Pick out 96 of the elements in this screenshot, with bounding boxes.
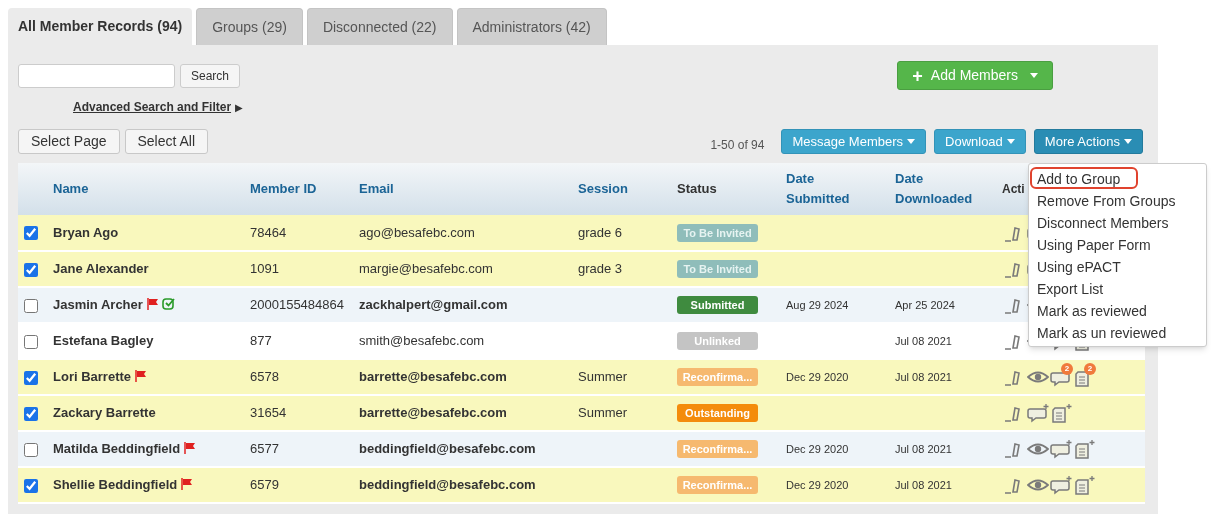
table-cell: 31654	[250, 405, 287, 421]
table-cell: barrette@besafebc.com	[359, 369, 507, 385]
member-name: Lori Barrette	[53, 369, 132, 385]
caret-icon	[1006, 139, 1015, 145]
checkbox[interactable]	[24, 370, 38, 385]
table-cell: 877	[250, 333, 272, 349]
table-cell: margie@besafebc.com	[359, 261, 493, 277]
table-cell: Jul 08 2021	[895, 335, 952, 348]
checkbox[interactable]	[24, 334, 38, 349]
note-icon[interactable]	[1050, 403, 1072, 423]
table-cell: 1091	[250, 261, 279, 277]
table-cell: Dec 29 2020	[786, 371, 849, 384]
member-name: Jane Alexander	[53, 261, 149, 277]
status-badge: Unlinked	[677, 332, 758, 351]
advanced-search-link[interactable]: Advanced Search and Filter	[73, 98, 232, 116]
table-cell: Aug 29 2024	[786, 299, 849, 312]
search-field[interactable]	[18, 63, 175, 88]
status-badge: To Be Invited	[677, 260, 758, 279]
comment-icon[interactable]	[1050, 475, 1072, 495]
status-badge: Submitted	[677, 296, 758, 315]
tab[interactable]: All Member Records (94)	[8, 8, 193, 45]
plus-icon: +	[912, 66, 923, 85]
dropdown-button[interactable]: More Actions	[1033, 129, 1143, 154]
menu-item[interactable]: Remove From Groups	[1029, 189, 1206, 211]
dropdown-button[interactable]: Message Members	[781, 129, 926, 154]
menu-item[interactable]: Export List	[1029, 277, 1206, 299]
comment-icon[interactable]	[1050, 439, 1072, 459]
member-name: Zackary Barrette	[53, 405, 156, 421]
tab[interactable]: Administrators (42)	[456, 8, 607, 45]
tab[interactable]: Groups (29)	[196, 8, 303, 45]
member-name: Shellie Beddingfield	[53, 477, 178, 493]
caret-icon	[907, 139, 915, 145]
caret-icon	[1030, 72, 1038, 78]
checkbox[interactable]	[24, 226, 38, 241]
checkbox[interactable]	[24, 406, 38, 421]
table-cell: 6578	[250, 369, 279, 385]
table-cell: Jul 08 2021	[895, 443, 952, 456]
checkbox[interactable]	[24, 298, 38, 313]
table-cell: 78464	[250, 224, 287, 240]
column-sort-link[interactable]: Date Downloaded	[895, 169, 988, 209]
note-icon[interactable]	[1073, 439, 1095, 459]
table-cell: beddingfield@besafebc.com	[359, 477, 536, 493]
column-sort-link[interactable]: Session	[578, 179, 661, 199]
status-badge: Reconfirma...	[677, 368, 758, 387]
menu-item[interactable]: Add to Group	[1030, 167, 1138, 189]
checkbox[interactable]	[24, 478, 38, 493]
column-sort-link[interactable]: Email	[359, 179, 562, 199]
member-name: Bryan Ago	[53, 224, 119, 240]
comment-icon[interactable]	[1027, 403, 1049, 423]
select-button[interactable]: Select Page	[18, 129, 120, 154]
table-cell: Dec 29 2020	[786, 443, 849, 456]
select-button[interactable]: Select All	[124, 129, 209, 154]
tab[interactable]: Disconnected (22)	[306, 8, 453, 45]
status-badge: To Be Invited	[677, 223, 758, 242]
menu-item[interactable]: Disconnect Members	[1029, 211, 1206, 233]
column-header: Status	[677, 180, 717, 198]
table-cell: Summer	[578, 405, 628, 421]
column-header: Acti	[1002, 181, 1025, 198]
table-cell: Summer	[578, 369, 628, 385]
table-cell: zackhalpert@gmail.com	[359, 297, 508, 313]
search-button[interactable]: Search	[180, 63, 241, 88]
status-badge: Outstanding	[677, 404, 758, 423]
status-badge: Reconfirma...	[677, 476, 758, 495]
table-cell: grade 3	[578, 261, 623, 277]
note-icon[interactable]	[1073, 475, 1095, 495]
member-name: Matilda Beddingfield	[53, 441, 181, 457]
column-sort-link[interactable]: Name	[53, 179, 234, 199]
table-cell: beddingfield@besafebc.com	[359, 441, 536, 457]
checkbox[interactable]	[24, 262, 38, 277]
menu-item[interactable]: Mark as un reviewed	[1029, 321, 1206, 343]
table-cell: barrette@besafebc.com	[359, 405, 507, 421]
table-cell: grade 6	[578, 224, 623, 240]
caret-icon	[1124, 139, 1132, 145]
expand-arrow-icon: ▶	[235, 99, 244, 115]
menu-item[interactable]: Mark as reviewed	[1029, 299, 1206, 321]
table-cell: Apr 25 2024	[895, 299, 955, 312]
table-cell: smith@besafebc.com	[359, 333, 485, 349]
table-cell: 6579	[250, 477, 279, 493]
column-sort-link[interactable]: Date Submitted	[786, 169, 879, 209]
member-name: Jasmin Archer	[53, 297, 143, 313]
count-badge: 2	[1084, 363, 1096, 375]
menu-item[interactable]: Using ePACT	[1029, 255, 1206, 277]
table-cell: Jul 08 2021	[895, 371, 952, 384]
page-range: 1-50 of 94	[710, 136, 765, 154]
table-cell: Dec 29 2020	[786, 479, 849, 492]
count-badge: 2	[1061, 363, 1073, 375]
table-cell: Jul 08 2021	[895, 479, 952, 492]
checkbox[interactable]	[24, 442, 38, 457]
dropdown-button[interactable]: Download	[934, 129, 1026, 154]
member-name: Estefana Bagley	[53, 333, 154, 349]
table-cell: 2000155484864	[250, 297, 344, 313]
column-sort-link[interactable]: Member ID	[250, 179, 343, 199]
table-cell: ago@besafebc.com	[359, 224, 475, 240]
status-badge: Reconfirma...	[677, 440, 758, 459]
menu-item[interactable]: Using Paper Form	[1029, 233, 1206, 255]
table-cell: 6577	[250, 441, 279, 457]
